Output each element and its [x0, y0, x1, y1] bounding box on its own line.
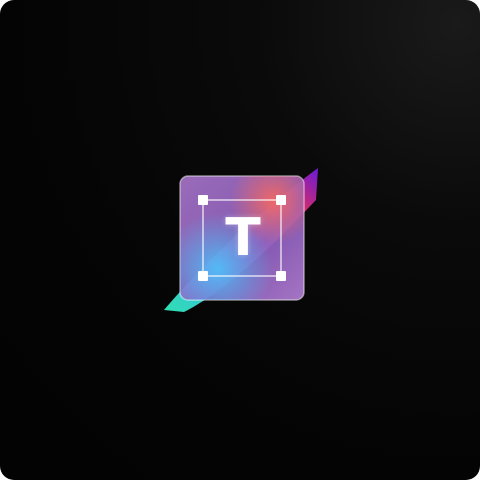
text-glyph: T: [225, 208, 261, 268]
app-icon-canvas: T: [0, 0, 480, 480]
app-icon[interactable]: T: [158, 160, 326, 320]
